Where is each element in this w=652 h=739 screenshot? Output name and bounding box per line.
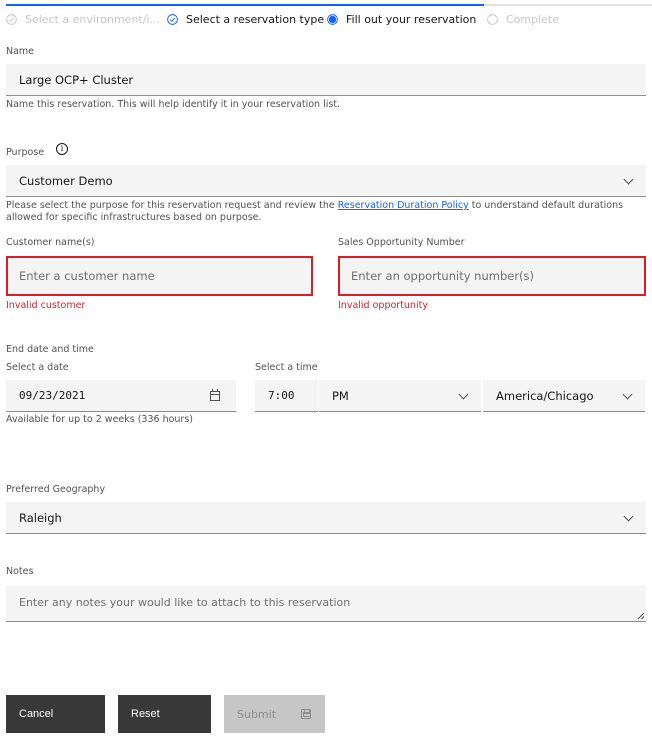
step-label: Select a reservation type [186,12,325,26]
step-complete[interactable]: Complete [487,12,559,26]
timezone-value: America/Chicago [496,388,594,403]
info-icon[interactable]: i [56,143,68,155]
reservation-duration-policy-link[interactable]: Reservation Duration Policy [338,200,469,211]
geography-value: Raleigh [19,510,62,525]
select-date-label: Select a date [6,362,69,373]
name-value: Large OCP+ Cluster [19,72,134,87]
empty-circle-icon [487,13,498,25]
notes-textarea[interactable]: Enter any notes your would like to attac… [6,585,646,622]
chevron-down-icon [622,389,633,399]
timezone-select[interactable]: America/Chicago [483,380,645,412]
chevron-down-icon [623,174,634,184]
step-label: Select a environment/i... [25,12,160,26]
submit-button[interactable]: Submit [224,695,325,733]
checkmark-circle-icon [167,13,178,25]
name-input[interactable]: Large OCP+ Cluster [6,64,646,96]
progress-fill [6,4,485,6]
chevron-down-icon [623,511,634,521]
step-label: Complete [506,12,560,26]
notes-placeholder: Enter any notes your would like to attac… [19,596,351,609]
calendar-icon[interactable] [210,388,220,401]
customer-label: Customer name(s) [6,237,95,248]
ampm-value: PM [332,388,349,403]
progress-indicator: Select a environment/i... Select a reser… [6,0,652,40]
date-value: 09/23/2021 [19,389,86,402]
time-value: 7:00 [268,389,295,402]
opportunity-placeholder: Enter an opportunity number(s) [351,269,535,283]
customer-placeholder: Enter a customer name [19,269,155,283]
step-fill-out-reservation[interactable]: Fill out your reservation [327,12,476,26]
date-picker-input[interactable]: 09/23/2021 [6,380,236,412]
time-input[interactable]: 7:00 [255,380,318,412]
checkmark-circle-icon [6,13,17,25]
step-select-environment[interactable]: Select a environment/i... [6,12,160,26]
purpose-select[interactable]: Customer Demo [6,165,646,197]
step-select-reservation-type[interactable]: Select a reservation type [167,12,324,26]
step-label: Fill out your reservation [346,12,477,26]
end-date-time-label: End date and time [6,344,94,355]
geography-select[interactable]: Raleigh [6,502,646,534]
geography-label: Preferred Geography [6,484,106,495]
purpose-helper-text: Please select the purpose for this reser… [6,200,646,224]
name-helper-text: Name this reservation. This will help id… [6,99,341,110]
name-label: Name [6,46,35,57]
resize-handle-icon[interactable] [638,613,644,619]
purpose-label: Purpose [6,147,45,158]
save-icon [301,709,311,719]
date-helper-text: Available for up to 2 weeks (336 hours) [6,414,193,425]
submit-label: Submit [237,707,277,721]
reset-button[interactable]: Reset [118,695,211,733]
purpose-helper-before: Please select the purpose for this reser… [6,200,338,211]
notes-label: Notes [6,566,34,577]
customer-error: Invalid customer [6,300,86,311]
select-time-label: Select a time [255,362,318,373]
customer-name-input[interactable]: Enter a customer name [6,256,313,296]
current-step-icon [327,13,338,25]
opportunity-number-input[interactable]: Enter an opportunity number(s) [338,256,646,296]
ampm-select[interactable]: PM [319,380,481,412]
opportunity-error: Invalid opportunity [338,300,428,311]
opportunity-label: Sales Opportunity Number [338,237,465,248]
cancel-button[interactable]: Cancel [6,695,105,733]
chevron-down-icon [458,389,469,399]
purpose-value: Customer Demo [19,173,113,188]
